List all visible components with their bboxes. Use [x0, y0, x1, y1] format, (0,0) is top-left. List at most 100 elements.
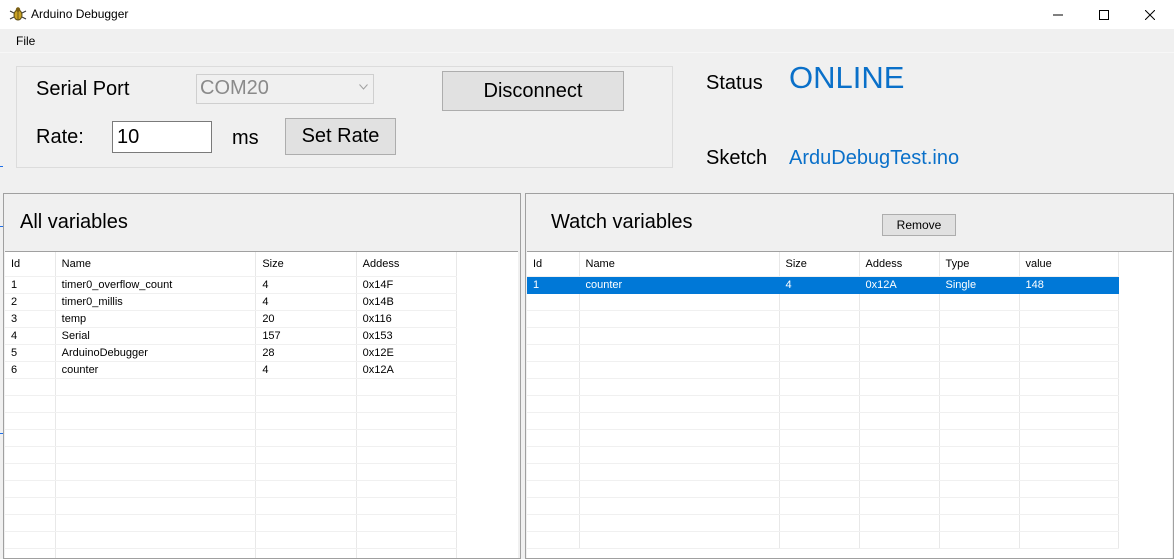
empty-cell	[255, 429, 357, 447]
column-header[interactable]: Name	[579, 252, 780, 277]
table-cell: ArduinoDebugger	[55, 344, 257, 362]
empty-cell	[579, 531, 780, 549]
empty-cell	[859, 378, 940, 396]
empty-cell	[939, 378, 1020, 396]
empty-cell	[5, 412, 56, 430]
empty-cell	[255, 531, 357, 549]
column-header[interactable]: Addess	[356, 252, 458, 277]
empty-cell	[779, 344, 860, 362]
column-header[interactable]: Size	[255, 252, 357, 277]
empty-cell	[779, 395, 860, 413]
all-variables-grid[interactable]: Id Name Size Addess 1 timer0_overflow_count 4…	[5, 251, 518, 558]
table-row[interactable]: 1 counter 4 0x12A Single 148	[527, 276, 1119, 294]
empty-cell	[5, 531, 56, 549]
empty-cell	[779, 463, 860, 481]
table-cell: 0x116	[356, 310, 458, 328]
maximize-button[interactable]	[1081, 0, 1127, 29]
empty-cell	[579, 412, 780, 430]
table-row[interactable]: 2 timer0_millis 4 0x14B	[5, 293, 458, 311]
table-row[interactable]: 4 Serial 157 0x153	[5, 327, 458, 345]
empty-cell	[859, 293, 940, 311]
table-cell: 4	[5, 327, 56, 345]
empty-cell	[1019, 446, 1119, 464]
empty-cell	[939, 361, 1020, 379]
empty-cell	[55, 497, 257, 515]
empty-cell	[5, 548, 56, 558]
empty-cell	[55, 514, 257, 532]
empty-cell	[859, 514, 940, 532]
empty-cell	[55, 378, 257, 396]
empty-cell	[5, 429, 56, 447]
column-header[interactable]: Type	[939, 252, 1020, 277]
empty-cell	[356, 378, 458, 396]
table-cell: 28	[255, 344, 357, 362]
watch-variables-grid[interactable]: Id Name Size Addess Type value 1 counter 4 0x12A…	[527, 251, 1172, 558]
empty-cell	[55, 531, 257, 549]
column-header[interactable]: Id	[5, 252, 56, 277]
minimize-button[interactable]	[1035, 0, 1081, 29]
empty-row	[527, 446, 1119, 464]
empty-cell	[939, 327, 1020, 345]
empty-cell	[1019, 395, 1119, 413]
empty-cell	[1019, 514, 1119, 532]
empty-cell	[1019, 531, 1119, 549]
table-cell: 3	[5, 310, 56, 328]
window-title: Arduino Debugger	[31, 7, 129, 21]
all-variables-title: All variables	[20, 211, 128, 233]
empty-cell	[1019, 344, 1119, 362]
column-header[interactable]: Name	[55, 252, 257, 277]
close-button[interactable]	[1127, 0, 1173, 29]
empty-row	[527, 480, 1119, 498]
empty-cell	[859, 412, 940, 430]
empty-row	[527, 293, 1119, 311]
empty-cell	[859, 497, 940, 515]
maximize-icon	[1099, 9, 1109, 20]
table-cell: Serial	[55, 327, 257, 345]
disconnect-button[interactable]: Disconnect	[442, 71, 624, 111]
column-header[interactable]: Addess	[859, 252, 940, 277]
empty-cell	[255, 463, 357, 481]
rate-input[interactable]	[112, 121, 212, 153]
table-row[interactable]: 6 counter 4 0x12A	[5, 361, 458, 379]
table-row[interactable]: 1 timer0_overflow_count 4 0x14F	[5, 276, 458, 294]
empty-row	[5, 395, 458, 413]
empty-cell	[859, 395, 940, 413]
empty-cell	[779, 310, 860, 328]
empty-cell	[1019, 310, 1119, 328]
empty-cell	[356, 497, 458, 515]
empty-row	[527, 361, 1119, 379]
empty-cell	[579, 514, 780, 532]
empty-cell	[939, 429, 1020, 447]
empty-row	[527, 344, 1119, 362]
table-cell: 1	[5, 276, 56, 294]
serial-port-value: COM20	[200, 77, 269, 99]
empty-cell	[779, 446, 860, 464]
empty-cell	[1019, 429, 1119, 447]
status-value: ONLINE	[789, 60, 905, 95]
serial-port-select[interactable]: COM20	[196, 74, 374, 104]
menu-file[interactable]: File	[16, 34, 35, 48]
minimize-icon	[1053, 14, 1063, 15]
empty-cell	[55, 446, 257, 464]
empty-cell	[859, 446, 940, 464]
empty-cell	[55, 463, 257, 481]
column-header[interactable]: Id	[527, 252, 580, 277]
sketch-label: Sketch	[706, 147, 768, 169]
column-header[interactable]: Size	[779, 252, 860, 277]
empty-cell	[356, 463, 458, 481]
empty-cell	[779, 412, 860, 430]
empty-row	[527, 497, 1119, 515]
empty-cell	[255, 548, 357, 558]
empty-row	[5, 480, 458, 498]
column-header[interactable]: value	[1019, 252, 1119, 277]
set-rate-button[interactable]: Set Rate	[285, 118, 396, 155]
empty-cell	[55, 480, 257, 498]
empty-row	[527, 412, 1119, 430]
empty-cell	[255, 514, 357, 532]
table-row[interactable]: 5 ArduinoDebugger 28 0x12E	[5, 344, 458, 362]
remove-button[interactable]: Remove	[882, 214, 956, 236]
empty-cell	[356, 412, 458, 430]
empty-row	[5, 548, 458, 558]
table-row[interactable]: 3 temp 20 0x116	[5, 310, 458, 328]
empty-cell	[5, 446, 56, 464]
